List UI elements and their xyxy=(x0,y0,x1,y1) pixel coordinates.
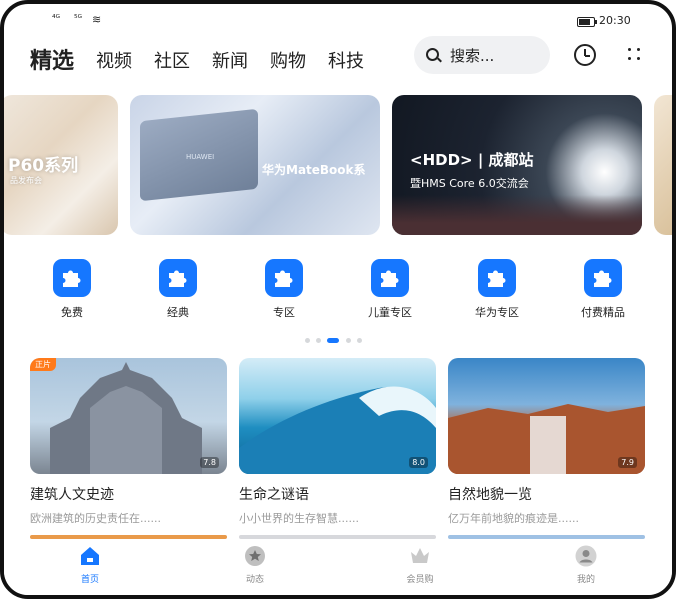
category-premium[interactable]: 付费精品 xyxy=(563,259,643,320)
puzzle-icon xyxy=(265,259,303,297)
star-circle-icon xyxy=(244,545,266,567)
rating-badge: 8.0 xyxy=(409,457,428,468)
badge-tag: 正片 xyxy=(30,358,56,371)
card-subtitle: 欧洲建筑的历史责任在...... xyxy=(30,512,161,525)
category-classic[interactable]: 经典 xyxy=(138,259,218,320)
search-placeholder: 搜索... xyxy=(450,47,495,65)
content-card[interactable]: 8.0 生命之谜语 小小世界的生存智慧...... xyxy=(239,358,436,526)
nav-feed[interactable]: 动态 xyxy=(225,545,285,585)
card-image: 8.0 xyxy=(239,358,436,474)
grid-dots-icon[interactable] xyxy=(626,46,642,62)
wifi-icon: ≋ xyxy=(92,13,102,26)
banner-subtitle: 品发布会 xyxy=(10,176,42,185)
banner-title: <HDD> | 成都站 xyxy=(410,151,534,169)
pager-dot[interactable] xyxy=(305,338,310,343)
banner-title: P60系列 xyxy=(8,156,79,176)
category-label: 免费 xyxy=(61,306,83,319)
search-input[interactable]: 搜索... xyxy=(414,36,550,74)
battery-icon xyxy=(577,17,597,27)
category-label: 经典 xyxy=(167,306,189,319)
status-bar: ⁴ᴳ ⁵ᴳ ≋ 20:30 xyxy=(4,4,672,38)
nav-home[interactable]: 首页 xyxy=(60,545,120,585)
card-title: 自然地貌一览 xyxy=(448,487,532,503)
pager-dot[interactable] xyxy=(316,338,321,343)
status-time: 20:30 xyxy=(599,14,631,27)
signal-icon: ⁵ᴳ xyxy=(74,14,82,24)
nav-label: 我的 xyxy=(576,575,595,585)
nav-label: 首页 xyxy=(80,575,99,585)
tab-shopping[interactable]: 购物 xyxy=(270,50,306,74)
category-row: 免费 经典 专区 儿童专区 华为专区 付费精品 xyxy=(4,259,672,325)
banner-title: 华为MateBook系 xyxy=(262,163,366,177)
category-kids[interactable]: 儿童专区 xyxy=(350,259,430,320)
content-card[interactable]: 正片 7.8 建筑人文史迹 欧洲建筑的历史责任在...... xyxy=(30,358,227,526)
banner-card[interactable]: <HDD> | 成都站 暨HMS Core 6.0交流会 xyxy=(392,95,642,235)
pager-dot[interactable] xyxy=(357,338,362,343)
signal-icon: ⁴ᴳ xyxy=(52,14,60,24)
crown-icon xyxy=(409,545,431,567)
card-title: 生命之谜语 xyxy=(239,487,309,503)
nav-profile[interactable]: 我的 xyxy=(556,545,616,585)
banner-subtitle: 暨HMS Core 6.0交流会 xyxy=(410,177,529,190)
home-icon xyxy=(79,545,101,567)
banner-card[interactable]: P60系列 品发布会 xyxy=(4,95,118,235)
banner-card[interactable]: HUAWEI 华为MateBook系 xyxy=(130,95,380,235)
banner-card[interactable] xyxy=(654,95,672,235)
user-icon xyxy=(575,545,597,567)
nav-member-shop[interactable]: 会员购 xyxy=(390,545,450,585)
tab-community[interactable]: 社区 xyxy=(154,50,190,74)
brand-logo: HUAWEI xyxy=(186,153,215,161)
pager-dot-active[interactable] xyxy=(327,338,339,343)
bottom-nav: 首页 动态 会员购 我的 xyxy=(4,539,672,595)
search-icon xyxy=(426,48,439,61)
rating-badge: 7.8 xyxy=(200,457,219,468)
banner-ground xyxy=(392,195,642,235)
category-huawei[interactable]: 华为专区 xyxy=(457,259,537,320)
category-label: 付费精品 xyxy=(581,306,625,319)
puzzle-icon xyxy=(371,259,409,297)
content-card[interactable]: 7.9 自然地貌一览 亿万年前地貌的痕迹是...... xyxy=(448,358,645,526)
tab-video[interactable]: 视频 xyxy=(96,50,132,74)
category-label: 儿童专区 xyxy=(368,306,412,319)
card-image: 7.9 xyxy=(448,358,645,474)
card-image: 正片 7.8 xyxy=(30,358,227,474)
puzzle-icon xyxy=(159,259,197,297)
category-free[interactable]: 免费 xyxy=(32,259,112,320)
puzzle-icon xyxy=(584,259,622,297)
top-tabs: 精选 视频 社区 新闻 购物 科技 xyxy=(30,40,364,74)
puzzle-icon xyxy=(478,259,516,297)
nav-label: 会员购 xyxy=(406,575,434,585)
nav-label: 动态 xyxy=(245,575,264,585)
device-frame: ⁴ᴳ ⁵ᴳ ≋ 20:30 精选 视频 社区 新闻 购物 科技 搜索... P6… xyxy=(0,0,676,599)
rating-badge: 7.9 xyxy=(618,457,637,468)
pager-dot[interactable] xyxy=(346,338,351,343)
tab-featured[interactable]: 精选 xyxy=(30,50,74,74)
category-label: 专区 xyxy=(273,306,295,319)
clock-icon[interactable] xyxy=(574,44,596,66)
card-subtitle: 小小世界的生存智慧...... xyxy=(239,512,359,525)
puzzle-icon xyxy=(53,259,91,297)
category-label: 华为专区 xyxy=(475,306,519,319)
tab-tech[interactable]: 科技 xyxy=(328,50,364,74)
category-zone[interactable]: 专区 xyxy=(244,259,324,320)
card-title: 建筑人文史迹 xyxy=(30,487,114,503)
card-subtitle: 亿万年前地貌的痕迹是...... xyxy=(448,512,579,525)
tab-news[interactable]: 新闻 xyxy=(212,50,248,74)
